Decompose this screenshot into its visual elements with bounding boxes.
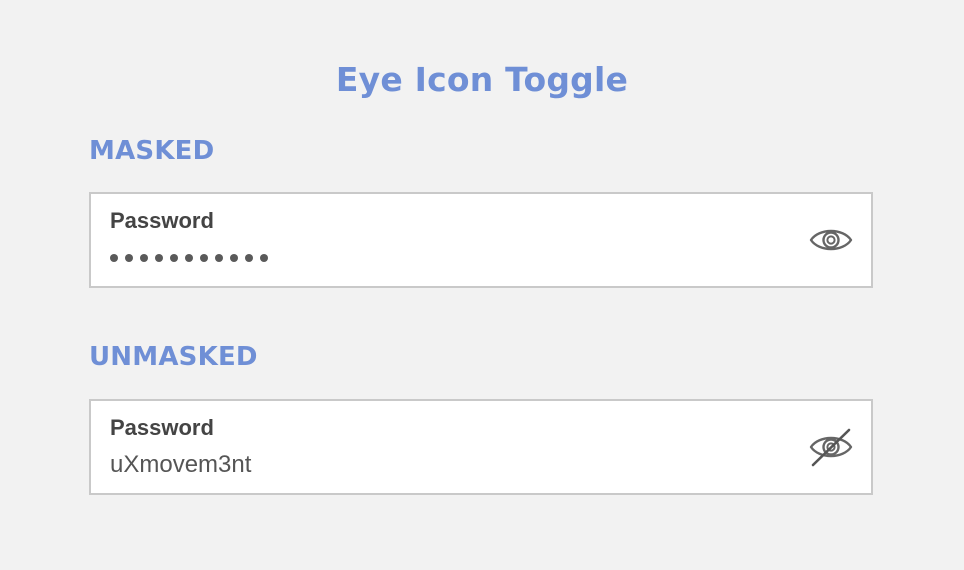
mask-dot <box>200 254 208 262</box>
mask-dot <box>245 254 253 262</box>
mask-dot <box>230 254 238 262</box>
password-field-label: Password <box>110 208 214 233</box>
mask-dot <box>125 254 133 262</box>
mask-dot <box>215 254 223 262</box>
hide-password-toggle[interactable] <box>807 427 855 467</box>
mask-dot <box>140 254 148 262</box>
password-field-masked[interactable]: Password <box>89 192 873 288</box>
page-title: Eye Icon Toggle <box>335 60 629 99</box>
password-field-label: Password <box>110 415 214 440</box>
eye-icon <box>809 229 853 251</box>
eye-slash-icon <box>809 428 853 467</box>
mask-dot <box>185 254 193 262</box>
unmasked-password-value[interactable]: uXmovem3nt <box>110 451 251 479</box>
masked-password-value[interactable] <box>110 254 268 262</box>
section-label-masked: MASKED <box>89 136 215 166</box>
mask-dot <box>110 254 118 262</box>
section-label-unmasked: UNMASKED <box>89 342 258 372</box>
password-field-unmasked[interactable]: Password uXmovem3nt <box>89 399 873 495</box>
show-password-toggle[interactable] <box>807 220 855 260</box>
mask-dot <box>260 254 268 262</box>
mask-dot <box>155 254 163 262</box>
mask-dot <box>170 254 178 262</box>
